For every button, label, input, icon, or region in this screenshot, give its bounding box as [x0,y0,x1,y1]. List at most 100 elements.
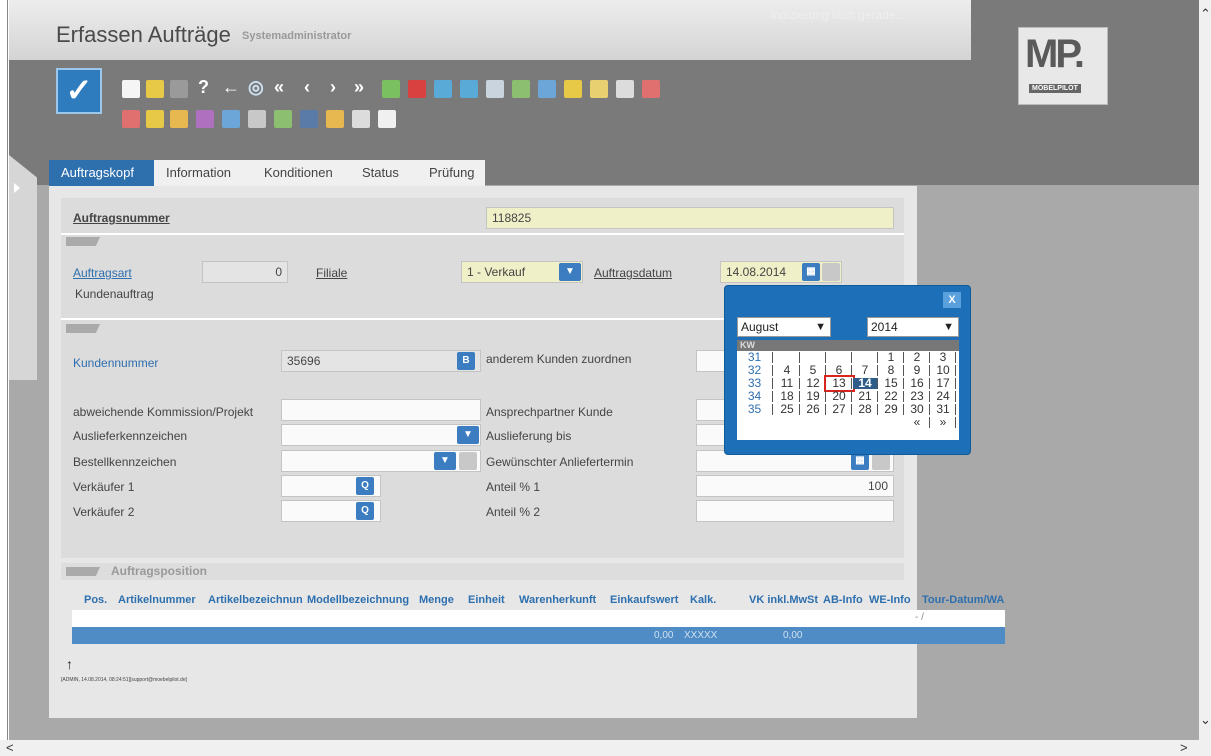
calendar-day[interactable]: 21 [853,390,878,402]
help-icon[interactable]: ? [198,77,209,98]
calendar-day[interactable]: 14 [853,377,878,389]
col-kalk[interactable]: Kalk. [690,594,716,606]
kommission-field[interactable] [281,399,481,421]
confirm-button[interactable]: ✓ [56,68,102,114]
document-check-icon[interactable] [274,110,292,128]
document-green-icon[interactable] [512,80,530,98]
money-icon[interactable] [170,110,188,128]
search-icon[interactable]: ◎ [248,77,264,98]
calendar-day[interactable]: 11 [775,377,800,389]
next-record-icon[interactable]: › [330,77,336,98]
auftragsnummer-field[interactable]: 118825 [486,207,894,229]
calendar-day[interactable]: 13 [824,375,855,392]
document-arrow-icon[interactable] [122,110,140,128]
calendar-prev-button[interactable]: « [905,416,930,428]
vertical-scrollbar[interactable]: ⌃ ⌄ [1199,0,1211,740]
col-vk[interactable]: VK inkl.MwSt [749,594,818,606]
bestellkennzeichen-clear-icon[interactable] [459,452,477,470]
calendar-day[interactable]: 24 [931,390,956,402]
auslieferkennzeichen-dropdown-button[interactable]: ▼ [457,426,479,444]
calendar-day[interactable]: 22 [879,390,904,402]
copy-icon[interactable] [382,80,400,98]
back-icon[interactable]: ← [222,77,240,98]
month-select[interactable]: August ▼ [737,317,831,337]
year-select[interactable]: 2014 ▼ [867,317,959,337]
collapse-icon[interactable] [66,237,100,246]
scroll-right-icon[interactable]: > [1180,740,1188,755]
bestellkennzeichen-dropdown-button[interactable]: ▼ [434,452,456,470]
calendar-day[interactable]: 1 [879,351,904,363]
tab-status[interactable]: Status [350,160,417,186]
document-gray-icon[interactable] [248,110,266,128]
calendar-picker-icon[interactable]: ▦ [802,263,820,281]
calendar-day[interactable]: 23 [905,390,930,402]
tab-konditionen[interactable]: Konditionen [252,160,350,186]
expand-icon[interactable] [14,183,20,193]
expand-icon[interactable] [66,567,100,576]
col-tour-datum[interactable]: Tour-Datum/WA [922,594,1004,606]
scroll-top-icon[interactable]: ↑ [66,656,73,672]
card-blue-icon[interactable] [222,110,240,128]
table-row[interactable]: - / [72,610,1005,627]
anteil2-field[interactable] [696,500,894,522]
calendar-day[interactable]: 8 [879,364,904,376]
scroll-down-icon[interactable]: ⌄ [1200,712,1211,728]
calendar-day[interactable]: 30 [905,403,930,415]
last-record-icon[interactable]: » [354,77,364,98]
first-record-icon[interactable]: « [274,77,284,98]
auslieferkennzeichen-select[interactable] [281,424,481,446]
new-document-icon[interactable] [122,80,140,98]
col-artikelbezeichnung[interactable]: Artikelbezeichnun [208,594,303,606]
auftragsart-field[interactable]: 0 [202,261,288,283]
col-menge[interactable]: Menge [419,594,454,606]
kundennummer-field[interactable]: 35696 [281,350,481,372]
document-plain-icon[interactable] [616,80,634,98]
printer-icon[interactable] [352,110,370,128]
calendar-day[interactable]: 29 [879,403,904,415]
card-yellow-icon[interactable] [564,80,582,98]
horizontal-scrollbar[interactable]: < > [0,740,1211,756]
formula-icon[interactable] [326,110,344,128]
anteil1-field[interactable]: 100 [696,475,894,497]
document-yellow-icon[interactable] [590,80,608,98]
previous-record-icon[interactable]: ‹ [304,77,310,98]
col-einkaufswert[interactable]: Einkaufswert [610,594,678,606]
calendar-day[interactable]: 26 [801,403,826,415]
calendar-day[interactable]: 9 [905,364,930,376]
calendar-day[interactable]: 16 [905,377,930,389]
calendar-day[interactable]: 6 [827,364,852,376]
truck-icon[interactable] [486,80,504,98]
delete-icon[interactable] [170,80,188,98]
col-pos[interactable]: Pos. [84,594,107,606]
calendar-day[interactable]: 19 [801,390,826,402]
anderem-kunden-field[interactable] [696,350,726,372]
calendar-next-button[interactable]: » [931,416,956,428]
tab-information[interactable]: Information [154,160,252,186]
tab-auftragskopf[interactable]: Auftragskopf [49,160,154,186]
close-icon[interactable]: X [943,292,961,308]
calendar-day[interactable]: 15 [879,377,904,389]
transfer-icon[interactable] [460,80,478,98]
calendar-day[interactable]: 12 [801,377,826,389]
calendar-day[interactable]: 18 [775,390,800,402]
calendar-day[interactable]: 17 [931,377,956,389]
calendar-icon[interactable] [378,110,396,128]
collapse-icon[interactable] [66,324,100,333]
date-clear-icon[interactable] [822,263,840,281]
calendar-day[interactable]: 10 [931,364,956,376]
open-document-icon[interactable] [146,80,164,98]
auslieferung-bis-field[interactable] [696,424,726,446]
calendar-day[interactable]: 31 [931,403,956,415]
verkaeufer1-search-icon[interactable]: Q [356,477,374,495]
col-warenherkunft[interactable]: Warenherkunft [519,594,596,606]
scroll-left-icon[interactable]: < [6,740,14,755]
folder-icon[interactable] [146,110,164,128]
tab-pruefung[interactable]: Prüfung [417,160,485,186]
document-blue-icon[interactable] [538,80,556,98]
col-artikelnummer[interactable]: Artikelnummer [118,594,196,606]
card-icon[interactable] [408,80,426,98]
calendar-day[interactable]: 5 [801,364,826,376]
auftragsposition-header[interactable]: Auftragsposition [61,563,904,580]
col-einheit[interactable]: Einheit [468,594,505,606]
filiale-dropdown-button[interactable]: ▼ [559,263,581,281]
